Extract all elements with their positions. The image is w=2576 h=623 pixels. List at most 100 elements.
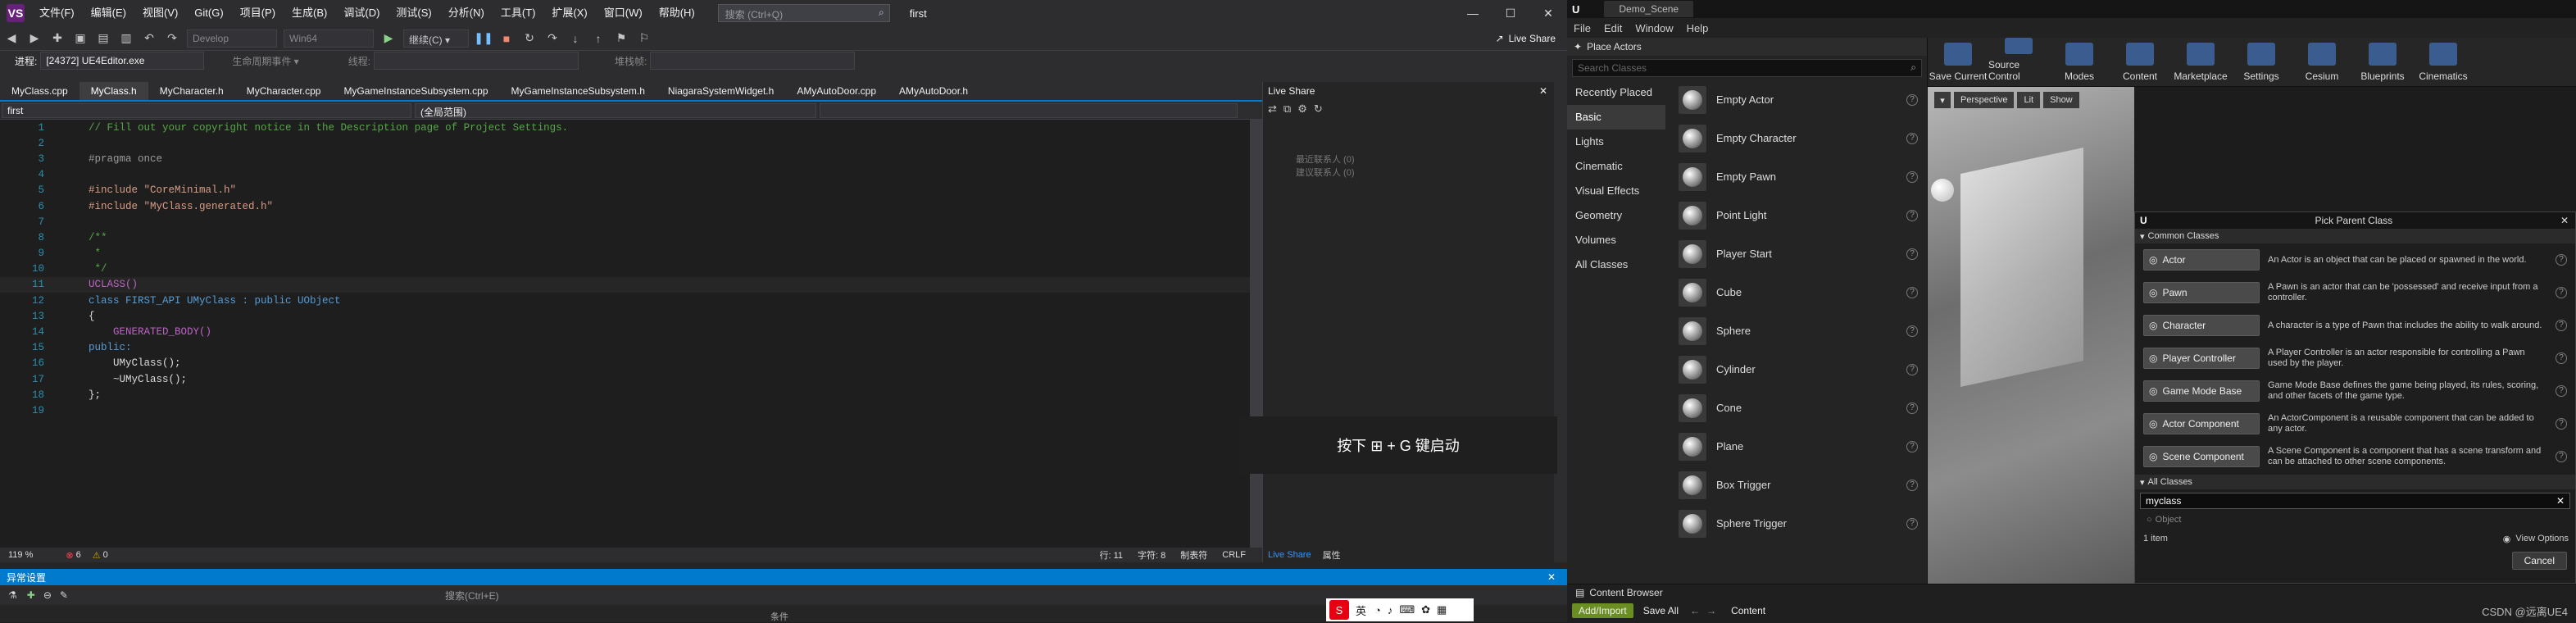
document-tab[interactable]: MyClass.cpp [0, 82, 80, 100]
help-icon[interactable]: ? [1906, 479, 1918, 491]
help-icon[interactable]: ? [1906, 517, 1918, 530]
panel-close-icon[interactable]: ✕ [1547, 571, 1556, 583]
help-icon[interactable]: ? [1906, 209, 1918, 221]
cancel-button[interactable]: Cancel [2511, 552, 2567, 570]
view-options-button[interactable]: View Options [2515, 534, 2569, 543]
platform-combo[interactable]: Win64 [284, 29, 374, 48]
toolbar-button[interactable]: Blueprints [2352, 38, 2413, 87]
forward-icon[interactable]: ▶ [25, 29, 44, 48]
help-icon[interactable]: ? [2556, 418, 2567, 430]
search-classes-input[interactable]: Search Classes ⌕ [1572, 59, 1922, 77]
help-icon[interactable]: ? [2556, 287, 2567, 298]
menu-item[interactable]: 分析(N) [440, 0, 493, 26]
stack-frame-combo[interactable] [650, 52, 856, 70]
restart-icon[interactable]: ↻ [520, 29, 539, 48]
member-combo[interactable] [820, 102, 1238, 118]
open-folder-icon[interactable]: ▣ [70, 29, 90, 48]
help-icon[interactable]: ? [2556, 451, 2567, 462]
continue-icon[interactable]: ▶ [379, 29, 398, 48]
live-share-button[interactable]: ↗ Live Share [1496, 33, 1556, 44]
menu-item[interactable]: 调试(D) [335, 0, 388, 26]
mic-icon[interactable]: ♪ [1388, 604, 1393, 616]
category-item[interactable]: Lights [1567, 130, 1665, 154]
remove-icon[interactable]: ⊖ [43, 589, 52, 601]
config-combo[interactable]: Develop [187, 29, 277, 48]
maximize-icon[interactable]: ☐ [1492, 0, 1529, 26]
help-icon[interactable]: ? [1906, 286, 1918, 298]
parent-class-button[interactable]: ◎ Game Mode Base [2143, 380, 2260, 402]
toolbar-button[interactable]: Source Control [1988, 37, 2049, 87]
add-icon[interactable]: ✚ [27, 589, 35, 601]
actor-item[interactable]: Cube? [1672, 273, 1926, 312]
toolbar-button[interactable]: Modes [2049, 38, 2110, 87]
actor-item[interactable]: Box Trigger? [1672, 466, 1926, 504]
parent-class-button[interactable]: ◎ Scene Component [2143, 446, 2260, 467]
skin-icon[interactable]: ✿ [1421, 603, 1430, 616]
panel-close-icon[interactable]: ✕ [1539, 85, 1547, 97]
continue-button[interactable]: 继续(C) ▾ [403, 29, 469, 48]
menu-item[interactable]: 生成(B) [284, 0, 335, 26]
all-classes-heading[interactable]: ▾ All Classes [2135, 475, 2575, 489]
viewport-button[interactable]: Lit [2017, 92, 2041, 108]
bookmark-next-icon[interactable]: ⚐ [634, 29, 654, 48]
parent-class-button[interactable]: ◎ Actor Component [2143, 413, 2260, 434]
actor-item[interactable]: Sphere? [1672, 312, 1926, 350]
keyboard-icon[interactable]: ⌨ [1399, 603, 1415, 616]
help-icon[interactable]: ? [1906, 440, 1918, 452]
save-icon[interactable]: ▤ [93, 29, 113, 48]
actor-item[interactable]: Player Start? [1672, 234, 1926, 273]
link-icon[interactable]: ⧉ [1283, 102, 1291, 116]
toolbox-icon[interactable]: ▦ [1437, 603, 1447, 616]
thread-combo[interactable] [374, 52, 579, 70]
ime-language[interactable]: 英 [1356, 603, 1366, 618]
lifecycle-events[interactable]: 生命周期事件 ▾ [232, 54, 298, 68]
help-icon[interactable]: ? [2556, 320, 2567, 331]
code-editor[interactable]: 1 // Fill out your copyright notice in th… [0, 120, 1262, 548]
close-icon[interactable]: ✕ [2560, 215, 2569, 226]
parent-class-button[interactable]: ◎ Player Controller [2143, 348, 2260, 369]
viewport-button[interactable]: Show [2043, 92, 2079, 108]
help-icon[interactable]: ? [1906, 325, 1918, 337]
menu-item[interactable]: 项目(P) [232, 0, 284, 26]
refresh-icon[interactable]: ↻ [1314, 102, 1323, 116]
help-icon[interactable]: ? [1906, 93, 1918, 106]
actor-item[interactable]: Empty Pawn? [1672, 157, 1926, 196]
project-combo[interactable]: first [2, 102, 411, 118]
menu-item[interactable]: 工具(T) [493, 0, 544, 26]
clear-search-icon[interactable]: ✕ [2556, 495, 2565, 507]
redo-icon[interactable]: ↷ [162, 29, 182, 48]
actor-item[interactable]: Point Light? [1672, 196, 1926, 234]
tab-live-share[interactable]: Live Share [1268, 550, 1311, 560]
viewport-button[interactable]: Perspective [1954, 92, 2015, 108]
menu-item[interactable]: 编辑(E) [83, 0, 134, 26]
toolbar-button[interactable]: Content [2110, 38, 2170, 87]
actor-item[interactable]: Empty Actor? [1672, 80, 1926, 119]
help-icon[interactable]: ? [1906, 171, 1918, 183]
actor-item[interactable]: Cone? [1672, 389, 1926, 427]
vs-search-box[interactable]: 搜索 (Ctrl+Q) ⌕ [717, 4, 890, 22]
category-item[interactable]: Recently Placed [1567, 80, 1665, 105]
filter-icon[interactable]: ⚗ [8, 589, 17, 601]
document-tab[interactable]: MyClass.h [79, 82, 148, 100]
exception-search[interactable]: 搜索(Ctrl+E) [445, 589, 499, 603]
category-item[interactable]: Volumes [1567, 228, 1665, 252]
ue-menu-item[interactable]: Edit [1597, 22, 1629, 34]
ue-menu-item[interactable]: Window [1629, 22, 1679, 34]
help-icon[interactable]: ? [2556, 254, 2567, 266]
step-into-icon[interactable]: ↓ [566, 29, 585, 48]
punctuation-icon[interactable]: ◔ [1374, 604, 1381, 616]
document-tab[interactable]: MyCharacter.cpp [235, 82, 333, 100]
actor-item[interactable]: Sphere Trigger? [1672, 504, 1926, 543]
warning-count[interactable]: 0 [103, 550, 108, 560]
settings-icon[interactable]: ⚙ [1297, 102, 1307, 116]
category-item[interactable]: Cinematic [1567, 154, 1665, 179]
contact-group[interactable]: 建议联系人 (0) [1296, 166, 1554, 179]
category-item[interactable]: Geometry [1567, 203, 1665, 228]
minimize-icon[interactable]: — [1454, 0, 1492, 26]
save-all-button[interactable]: Save All [1643, 605, 1679, 616]
toolbar-button[interactable]: Marketplace [2170, 38, 2231, 87]
process-combo[interactable]: [24372] UE4Editor.exe [40, 52, 205, 70]
document-tab[interactable]: MyCharacter.h [148, 82, 235, 100]
level-tab[interactable]: Demo_Scene [1604, 1, 1694, 17]
help-icon[interactable]: ? [2556, 385, 2567, 397]
